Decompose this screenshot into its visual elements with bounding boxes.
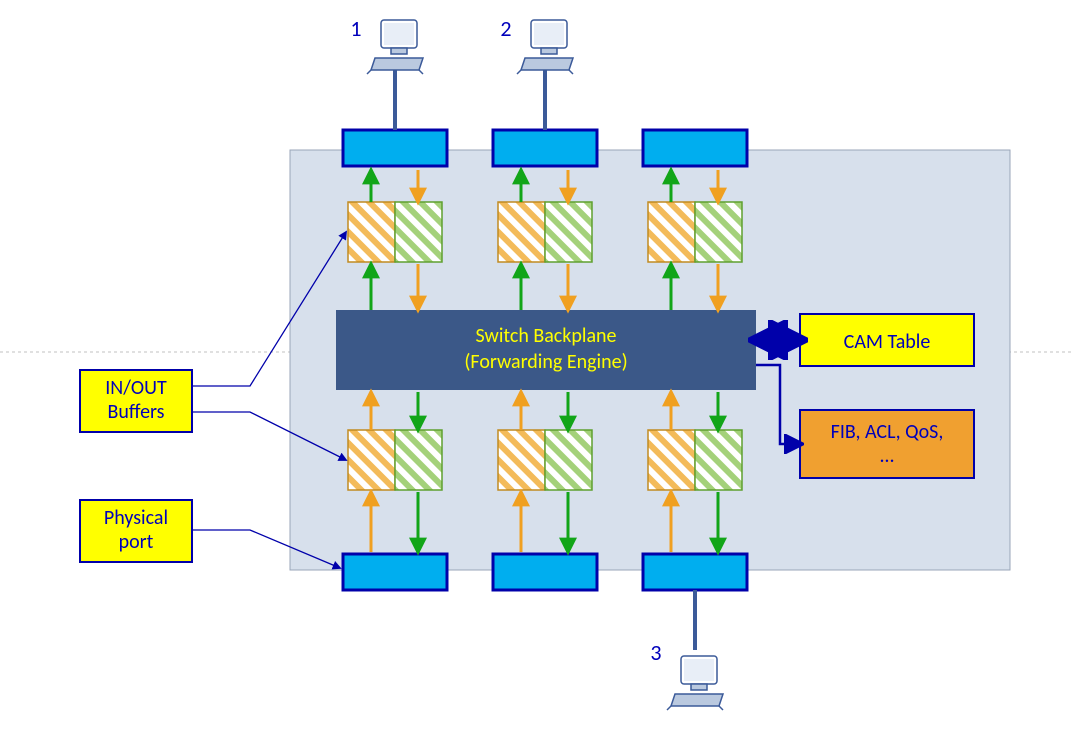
backplane-line1: Switch Backplane <box>476 324 617 348</box>
port-top-2 <box>493 130 597 166</box>
computer-1-label: 1 <box>350 15 361 42</box>
inout-line2: Buffers <box>108 400 165 424</box>
cam-table-label: CAM Table <box>844 330 931 354</box>
buffers-bottom-1 <box>348 430 442 490</box>
computer-icon <box>667 656 723 710</box>
fib-line1: FIB, ACL, QoS, <box>831 420 944 444</box>
inout-buffers-label: IN/OUT Buffers <box>80 370 192 432</box>
computer-icon <box>367 20 423 74</box>
buffers-top-1 <box>348 202 442 262</box>
fib-acl-qos-box: FIB, ACL, QoS, … <box>800 410 974 478</box>
physical-port-label: Physical port <box>80 500 192 562</box>
buffers-top-3 <box>648 202 742 262</box>
computer-2-label: 2 <box>500 15 511 42</box>
backplane-line2: (Forwarding Engine) <box>464 350 627 374</box>
port-top-1 <box>343 130 447 166</box>
inout-line1: IN/OUT <box>105 376 167 400</box>
port-line1: Physical <box>104 506 168 530</box>
fib-line2: … <box>880 444 894 468</box>
port-bottom-3 <box>643 554 747 590</box>
computer-icon <box>517 20 573 74</box>
buffers-top-2 <box>498 202 592 262</box>
buffers-bottom-2 <box>498 430 592 490</box>
switch-backplane: Switch Backplane (Forwarding Engine) <box>336 310 756 390</box>
port-line2: port <box>119 530 154 554</box>
port-top-3 <box>643 130 747 166</box>
buffers-bottom-3 <box>648 430 742 490</box>
cam-table-box: CAM Table <box>800 314 974 366</box>
computer-3-label: 3 <box>650 639 661 666</box>
port-bottom-2 <box>493 554 597 590</box>
port-bottom-1 <box>343 554 447 590</box>
